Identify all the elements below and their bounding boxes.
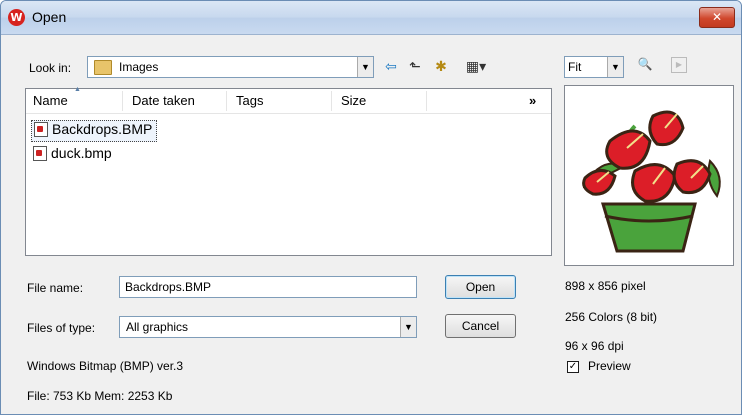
image-format-text: Windows Bitmap (BMP) ver.3 [27, 359, 184, 373]
list-item[interactable]: Backdrops.BMP [31, 120, 158, 142]
file-name: Backdrops.BMP [52, 121, 153, 137]
column-header-date-taken[interactable]: Date taken [132, 93, 195, 108]
image-colors-text: 256 Colors (8 bit) [565, 310, 658, 324]
chevron-down-icon[interactable]: ▼ [357, 57, 373, 77]
look-in-combobox[interactable]: Images ▼ [87, 56, 374, 78]
title-bar: W Open ✕ [1, 1, 741, 35]
look-in-label: Look in: [29, 61, 72, 75]
app-logo-icon: W [8, 9, 25, 26]
more-columns-icon[interactable]: » [529, 93, 536, 108]
column-header-size[interactable]: Size [341, 93, 366, 108]
up-folder-icon[interactable]: ⬑ [405, 57, 425, 75]
magnifier-preview-icon[interactable]: 🔍 [637, 57, 653, 73]
column-header-name[interactable]: Name [33, 93, 68, 108]
file-name-input[interactable]: Backdrops.BMP [119, 276, 417, 298]
file-type-combobox[interactable]: All graphics ▼ [119, 316, 417, 338]
open-dialog: W Open ✕ Look in: Images ▼ ⇦ ⬑ ✱ ▦▾ ▲ Na… [0, 0, 742, 415]
column-separator [122, 91, 123, 111]
bitmap-file-icon [33, 146, 47, 161]
list-header: ▲ Name Date taken Tags Size » [26, 86, 551, 114]
look-in-value: Images [119, 60, 159, 74]
new-folder-icon[interactable]: ✱ [431, 57, 451, 75]
file-name-value: Backdrops.BMP [125, 280, 212, 294]
file-name: duck.bmp [51, 145, 112, 161]
zoom-combobox[interactable]: Fit ▼ [564, 56, 624, 78]
open-button[interactable]: Open [445, 275, 516, 299]
chevron-down-icon[interactable]: ▼ [400, 317, 416, 337]
column-separator [331, 91, 332, 111]
next-page-icon[interactable]: ▶ [671, 57, 687, 73]
bitmap-file-icon [34, 122, 48, 137]
back-icon[interactable]: ⇦ [381, 57, 401, 75]
flower-pot-image [582, 110, 721, 253]
folder-icon [94, 60, 112, 75]
file-type-label: Files of type: [27, 321, 96, 335]
file-list[interactable]: ▲ Name Date taken Tags Size » Backdrops.… [25, 86, 552, 256]
preview-checkbox-label: Preview [588, 359, 631, 373]
column-separator [226, 91, 227, 111]
dialog-title: Open [32, 9, 67, 25]
views-menu-icon[interactable]: ▦▾ [459, 57, 493, 75]
sort-ascending-icon: ▲ [74, 86, 81, 93]
column-separator [426, 91, 427, 111]
image-dimensions-text: 898 x 856 pixel [565, 279, 646, 293]
image-preview [564, 85, 734, 266]
file-name-label: File name: [27, 281, 84, 295]
preview-checkbox[interactable]: ✓ [567, 361, 579, 373]
list-item[interactable]: duck.bmp [33, 145, 112, 165]
column-header-tags[interactable]: Tags [236, 93, 263, 108]
chevron-down-icon[interactable]: ▼ [607, 57, 623, 77]
close-button[interactable]: ✕ [699, 7, 735, 28]
zoom-value: Fit [568, 60, 582, 74]
cancel-button[interactable]: Cancel [445, 314, 516, 338]
file-type-value: All graphics [126, 320, 189, 334]
image-dpi-text: 96 x 96 dpi [565, 339, 624, 353]
file-size-text: File: 753 Kb Mem: 2253 Kb [27, 389, 173, 403]
